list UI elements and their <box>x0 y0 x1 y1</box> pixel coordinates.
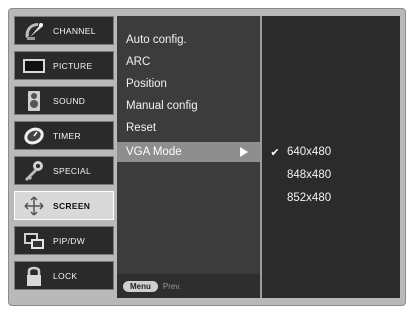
menu-item-lock[interactable]: LOCK <box>14 261 114 290</box>
submenu-item-label: Manual config <box>126 100 198 112</box>
menu-item-screen[interactable]: SCREEN <box>14 191 114 220</box>
padlock-icon <box>21 265 47 287</box>
vga-mode-options: ✔ 640x480 848x480 852x480 <box>262 16 400 298</box>
submenu-item-vga-mode[interactable]: VGA Mode <box>117 142 260 162</box>
satellite-dish-icon <box>21 20 47 42</box>
arrow-right-icon <box>240 147 248 157</box>
option-852x480[interactable]: 852x480 <box>262 188 400 208</box>
menu-item-channel[interactable]: CHANNEL <box>14 16 114 45</box>
menu-item-label: SPECIAL <box>53 165 92 176</box>
option-640x480[interactable]: ✔ 640x480 <box>262 142 400 162</box>
menu-item-label: LOCK <box>53 270 78 281</box>
option-label: 852x480 <box>287 192 332 204</box>
screen-move-icon <box>21 195 47 217</box>
submenu-item-label: Position <box>126 78 167 90</box>
submenu-item-auto-config[interactable]: Auto config. <box>117 30 260 50</box>
menu-item-label: PIP/DW <box>53 235 86 246</box>
menu-item-timer[interactable]: TIMER <box>14 121 114 150</box>
submenu-footer: Menu Prev. <box>117 274 260 298</box>
menu-item-label: CHANNEL <box>53 25 96 36</box>
pip-windows-icon <box>21 230 47 252</box>
option-label: 640x480 <box>287 146 332 158</box>
clock-icon <box>21 125 47 147</box>
menu-item-label: SCREEN <box>53 200 91 211</box>
submenu-item-label: Reset <box>126 122 157 134</box>
submenu-item-label: VGA Mode <box>126 146 182 158</box>
main-menu: CHANNEL PICTURE SOUND TIMER SPECIAL SCRE… <box>14 16 114 298</box>
menu-item-pip-dw[interactable]: PIP/DW <box>14 226 114 255</box>
menu-button[interactable]: Menu <box>123 280 158 292</box>
submenu-item-arc[interactable]: ARC <box>117 52 260 72</box>
submenu-item-label: ARC <box>126 56 151 68</box>
submenu-item-label: Auto config. <box>126 34 187 46</box>
menu-item-label: SOUND <box>53 95 86 106</box>
key-icon <box>21 160 47 182</box>
submenu-item-manual-config[interactable]: Manual config <box>117 96 260 116</box>
checkmark-icon: ✔ <box>270 146 280 159</box>
menu-item-picture[interactable]: PICTURE <box>14 51 114 80</box>
menu-item-label: PICTURE <box>53 60 93 71</box>
menu-item-sound[interactable]: SOUND <box>14 86 114 115</box>
option-848x480[interactable]: 848x480 <box>262 165 400 185</box>
tv-screen-icon <box>21 55 47 77</box>
screen-submenu: Auto config. ARC Position Manual config … <box>117 16 260 298</box>
prev-hint: Prev. <box>162 281 181 291</box>
speaker-icon <box>21 90 47 112</box>
option-label: 848x480 <box>287 169 332 181</box>
submenu-item-reset[interactable]: Reset <box>117 118 260 138</box>
submenu-item-position[interactable]: Position <box>117 74 260 94</box>
menu-item-special[interactable]: SPECIAL <box>14 156 114 185</box>
menu-item-label: TIMER <box>53 130 81 141</box>
